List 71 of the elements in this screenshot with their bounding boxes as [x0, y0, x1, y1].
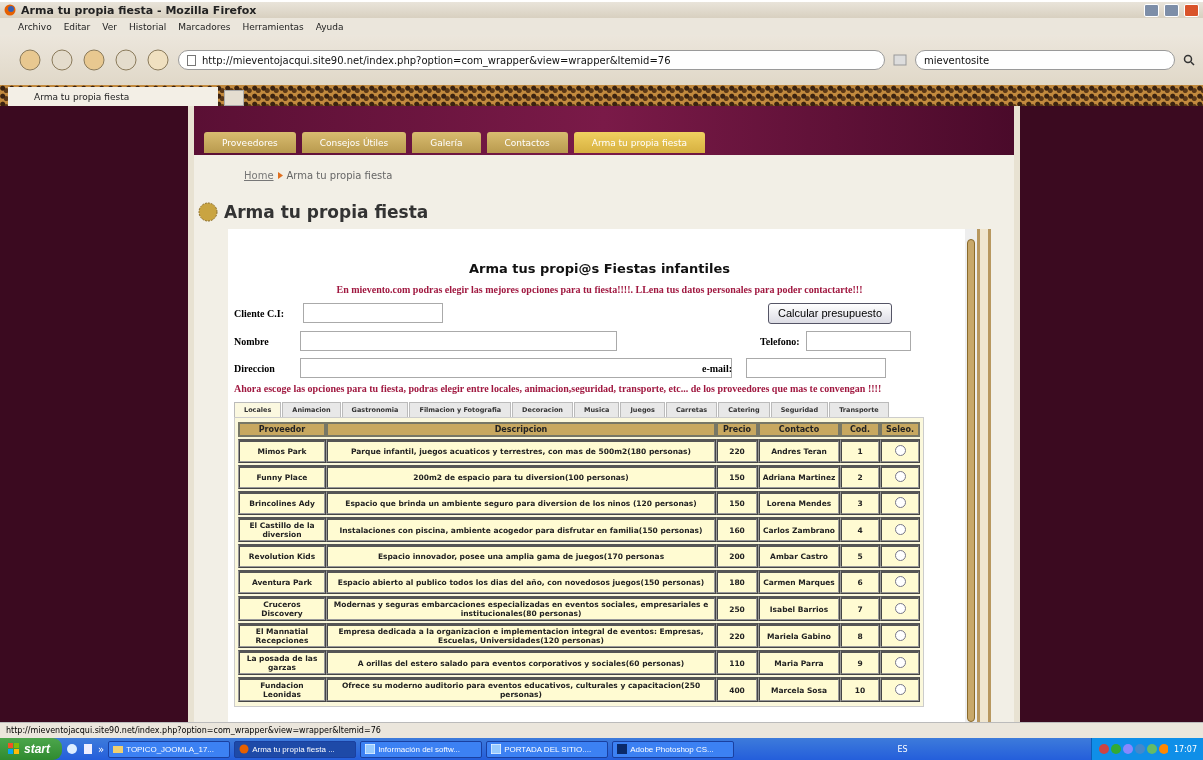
page-icon — [187, 54, 196, 66]
search-field[interactable]: mieventosite — [915, 50, 1175, 70]
tray-icons-drawing — [1097, 743, 1168, 755]
window-icon — [491, 744, 502, 754]
search-icon[interactable] — [1183, 54, 1195, 66]
radio-button[interactable] — [894, 602, 906, 614]
column-header: Descripcion — [326, 422, 716, 437]
close-button[interactable] — [1184, 3, 1199, 17]
radio-button[interactable] — [894, 683, 906, 695]
taskbar-button[interactable]: Información del softw... — [360, 740, 483, 758]
language-indicator: ES — [897, 744, 908, 754]
breadcrumb-current: Arma tu propia fiesta — [286, 169, 393, 181]
input-field[interactable] — [303, 303, 443, 323]
taskbar-button[interactable]: Adobe Photoshop CS... — [612, 740, 735, 758]
minimize-button[interactable] — [1144, 3, 1159, 17]
address-field[interactable]: http://mieventojacqui.site90.net/index.php?option=com_wrapper&view=wrapper&Itemid=76 — [178, 50, 885, 70]
radio-button[interactable] — [894, 497, 906, 508]
firefox-icon — [4, 4, 16, 16]
radio-button[interactable] — [894, 523, 906, 535]
input-field[interactable] — [300, 358, 732, 378]
photoshop-icon — [617, 744, 628, 754]
clock: 17:07 — [1173, 744, 1197, 754]
radio-button[interactable] — [894, 550, 906, 561]
windows-flag-icon — [8, 743, 20, 755]
radio-button[interactable] — [894, 471, 906, 482]
input-field[interactable] — [806, 331, 911, 351]
column-header: Cod. — [840, 422, 880, 437]
radio-button[interactable] — [894, 576, 906, 587]
radio-button[interactable] — [894, 629, 906, 641]
menu-item[interactable]: Ayuda — [315, 21, 344, 32]
window-title: Arma tu propia fiesta - Mozilla Firefox — [21, 3, 258, 17]
column-header: Seleo. — [880, 422, 920, 437]
browser-tab[interactable]: Arma tu propia fiesta — [8, 87, 218, 106]
intro-text: En mievento.com podras elegir las mejores opciones para tu fiesta!!!!. LLena tus datos personales para poder contactarte!!! — [335, 284, 864, 295]
more-button[interactable]: » — [98, 743, 105, 755]
menu-item[interactable]: Marcadores — [178, 21, 231, 32]
menu-item[interactable]: Herramientas — [242, 21, 304, 32]
column-header: Precio — [716, 422, 758, 437]
status-text: http://mieventojacqui.site90.net/index.php?option=com_wrapper&view=wrapper&Itemid=76 — [0, 722, 1203, 738]
start-button[interactable]: start — [0, 738, 62, 760]
instruction-text: Ahora escoge las opciones para tu fiesta, podras elegir entre locales, animacion,seguridad, transporte, etc... de los proveedores que mas te convengan !!!! — [234, 383, 883, 394]
input-field[interactable] — [300, 331, 617, 351]
input-field[interactable] — [746, 358, 886, 378]
taskbar-button[interactable]: Arma tu propia fiesta ... — [234, 740, 357, 758]
radio-button[interactable] — [894, 656, 906, 668]
firefox-icon — [239, 744, 250, 754]
menu-item[interactable]: Historial — [129, 21, 167, 32]
maximize-button[interactable] — [1164, 3, 1179, 17]
home-link[interactable]: Home — [244, 169, 274, 181]
menu-item[interactable]: Ver — [102, 21, 117, 32]
taskbar-button[interactable]: TOPICO_JOOMLA_17... — [108, 740, 231, 758]
column-header: Proveedor — [238, 422, 326, 437]
column-header: Contacto — [758, 422, 840, 437]
menu-item[interactable]: Archivo — [18, 21, 52, 32]
folder-icon — [113, 744, 124, 754]
calculate-button[interactable]: Calcular presupuesto — [768, 302, 892, 324]
field-label: Nombre — [234, 335, 270, 347]
field-label: Direccion — [234, 362, 276, 374]
window-icon — [365, 744, 376, 754]
seal-icon — [198, 202, 218, 222]
field-label: Cliente C.I: — [234, 307, 285, 319]
field-label: e-mail: — [702, 362, 733, 374]
arrow-icon — [277, 171, 283, 179]
page-title: Arma tu propia fiesta — [224, 202, 429, 222]
scroll-thumb[interactable] — [967, 239, 975, 722]
taskbar-button[interactable]: PORTADA DEL SITIO.... — [486, 740, 609, 758]
menu-item[interactable]: Editar — [63, 21, 91, 32]
radio-button[interactable] — [894, 445, 906, 456]
field-label: Telefono: — [760, 335, 801, 347]
form-title: Arma tus propi@s Fiestas infantiles — [468, 261, 731, 276]
new-tab-button[interactable] — [224, 90, 244, 106]
